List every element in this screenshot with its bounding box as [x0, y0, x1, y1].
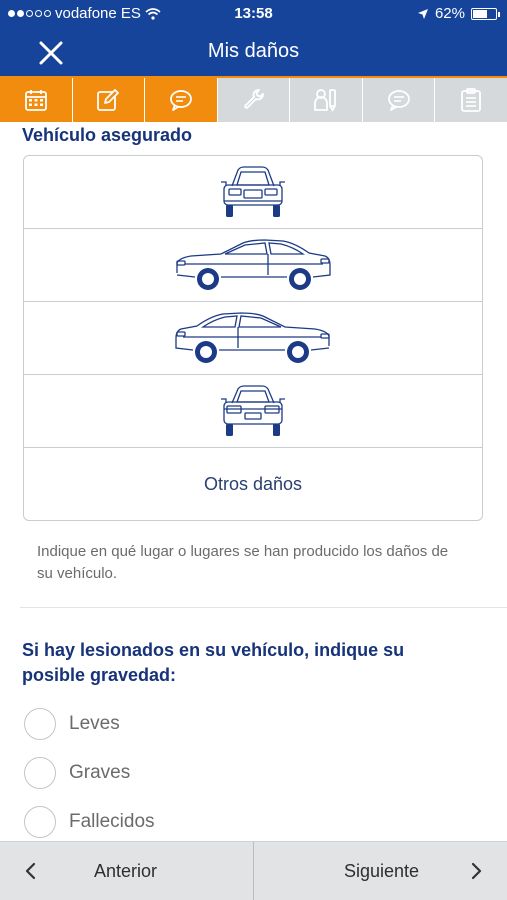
tab-people[interactable] [290, 78, 363, 122]
tab-chat[interactable] [145, 78, 218, 122]
car-right-side-view [175, 312, 330, 363]
comment-icon [387, 90, 410, 111]
wrench-icon [243, 89, 264, 109]
status-bar: vodafone ES 13:58 62% [0, 0, 507, 28]
radio-option-leves[interactable]: Leves [24, 708, 120, 740]
tab-clipboard[interactable] [435, 78, 507, 122]
tab-calendar[interactable] [0, 78, 73, 122]
step-tab-bar [0, 76, 507, 122]
other-damages-label: Otros daños [203, 474, 303, 494]
next-label: Siguiente [344, 860, 420, 881]
radio-button[interactable] [24, 757, 56, 789]
car-front-view-option[interactable] [24, 156, 482, 229]
car-left-side-view-option[interactable] [24, 229, 482, 302]
nav-bar: Mis daños [0, 28, 507, 76]
edit-icon [97, 89, 120, 111]
chevron-right-icon [471, 862, 482, 880]
injuries-section-title: Si hay lesionados en su vehículo, indiqu… [22, 640, 405, 685]
location-arrow-icon [417, 8, 428, 19]
chat-icon [170, 90, 192, 111]
vehicle-damage-selector: Otros daños [23, 155, 483, 521]
calendar-icon [24, 90, 47, 111]
bottom-navigation: Anterior Siguiente [0, 841, 507, 900]
vehicle-section-title: Vehículo asegurado [22, 125, 193, 145]
battery-icon [471, 7, 500, 20]
previous-label: Anterior [94, 860, 158, 881]
tab-wrench[interactable] [217, 78, 291, 122]
chevron-left-icon [25, 862, 36, 880]
next-button[interactable]: Siguiente [254, 842, 507, 900]
car-front-view [221, 166, 285, 217]
clipboard-icon [461, 88, 482, 112]
other-damages-option[interactable]: Otros daños [24, 448, 482, 520]
radio-label: Leves [69, 713, 120, 734]
car-left-side-view [176, 239, 331, 290]
tab-edit[interactable] [72, 78, 146, 122]
radio-label: Graves [69, 762, 131, 783]
radio-option-fallecidos[interactable]: Fallecidos [24, 806, 155, 838]
radio-label: Fallecidos [69, 811, 155, 832]
page-title: Mis daños [207, 40, 300, 62]
car-rear-view [221, 385, 285, 436]
car-rear-view-option[interactable] [24, 375, 482, 448]
vehicle-hint-text: Indique en qué lugar o lugares se han pr… [37, 543, 449, 582]
tab-comment[interactable] [362, 78, 436, 122]
radio-button[interactable] [24, 708, 56, 740]
previous-button[interactable]: Anterior [0, 842, 254, 900]
battery-percent: 62% [434, 5, 465, 22]
people-icon [314, 89, 336, 112]
section-divider [20, 607, 507, 608]
radio-option-graves[interactable]: Graves [24, 757, 130, 789]
radio-button[interactable] [24, 806, 56, 838]
car-right-side-view-option[interactable] [24, 302, 482, 375]
